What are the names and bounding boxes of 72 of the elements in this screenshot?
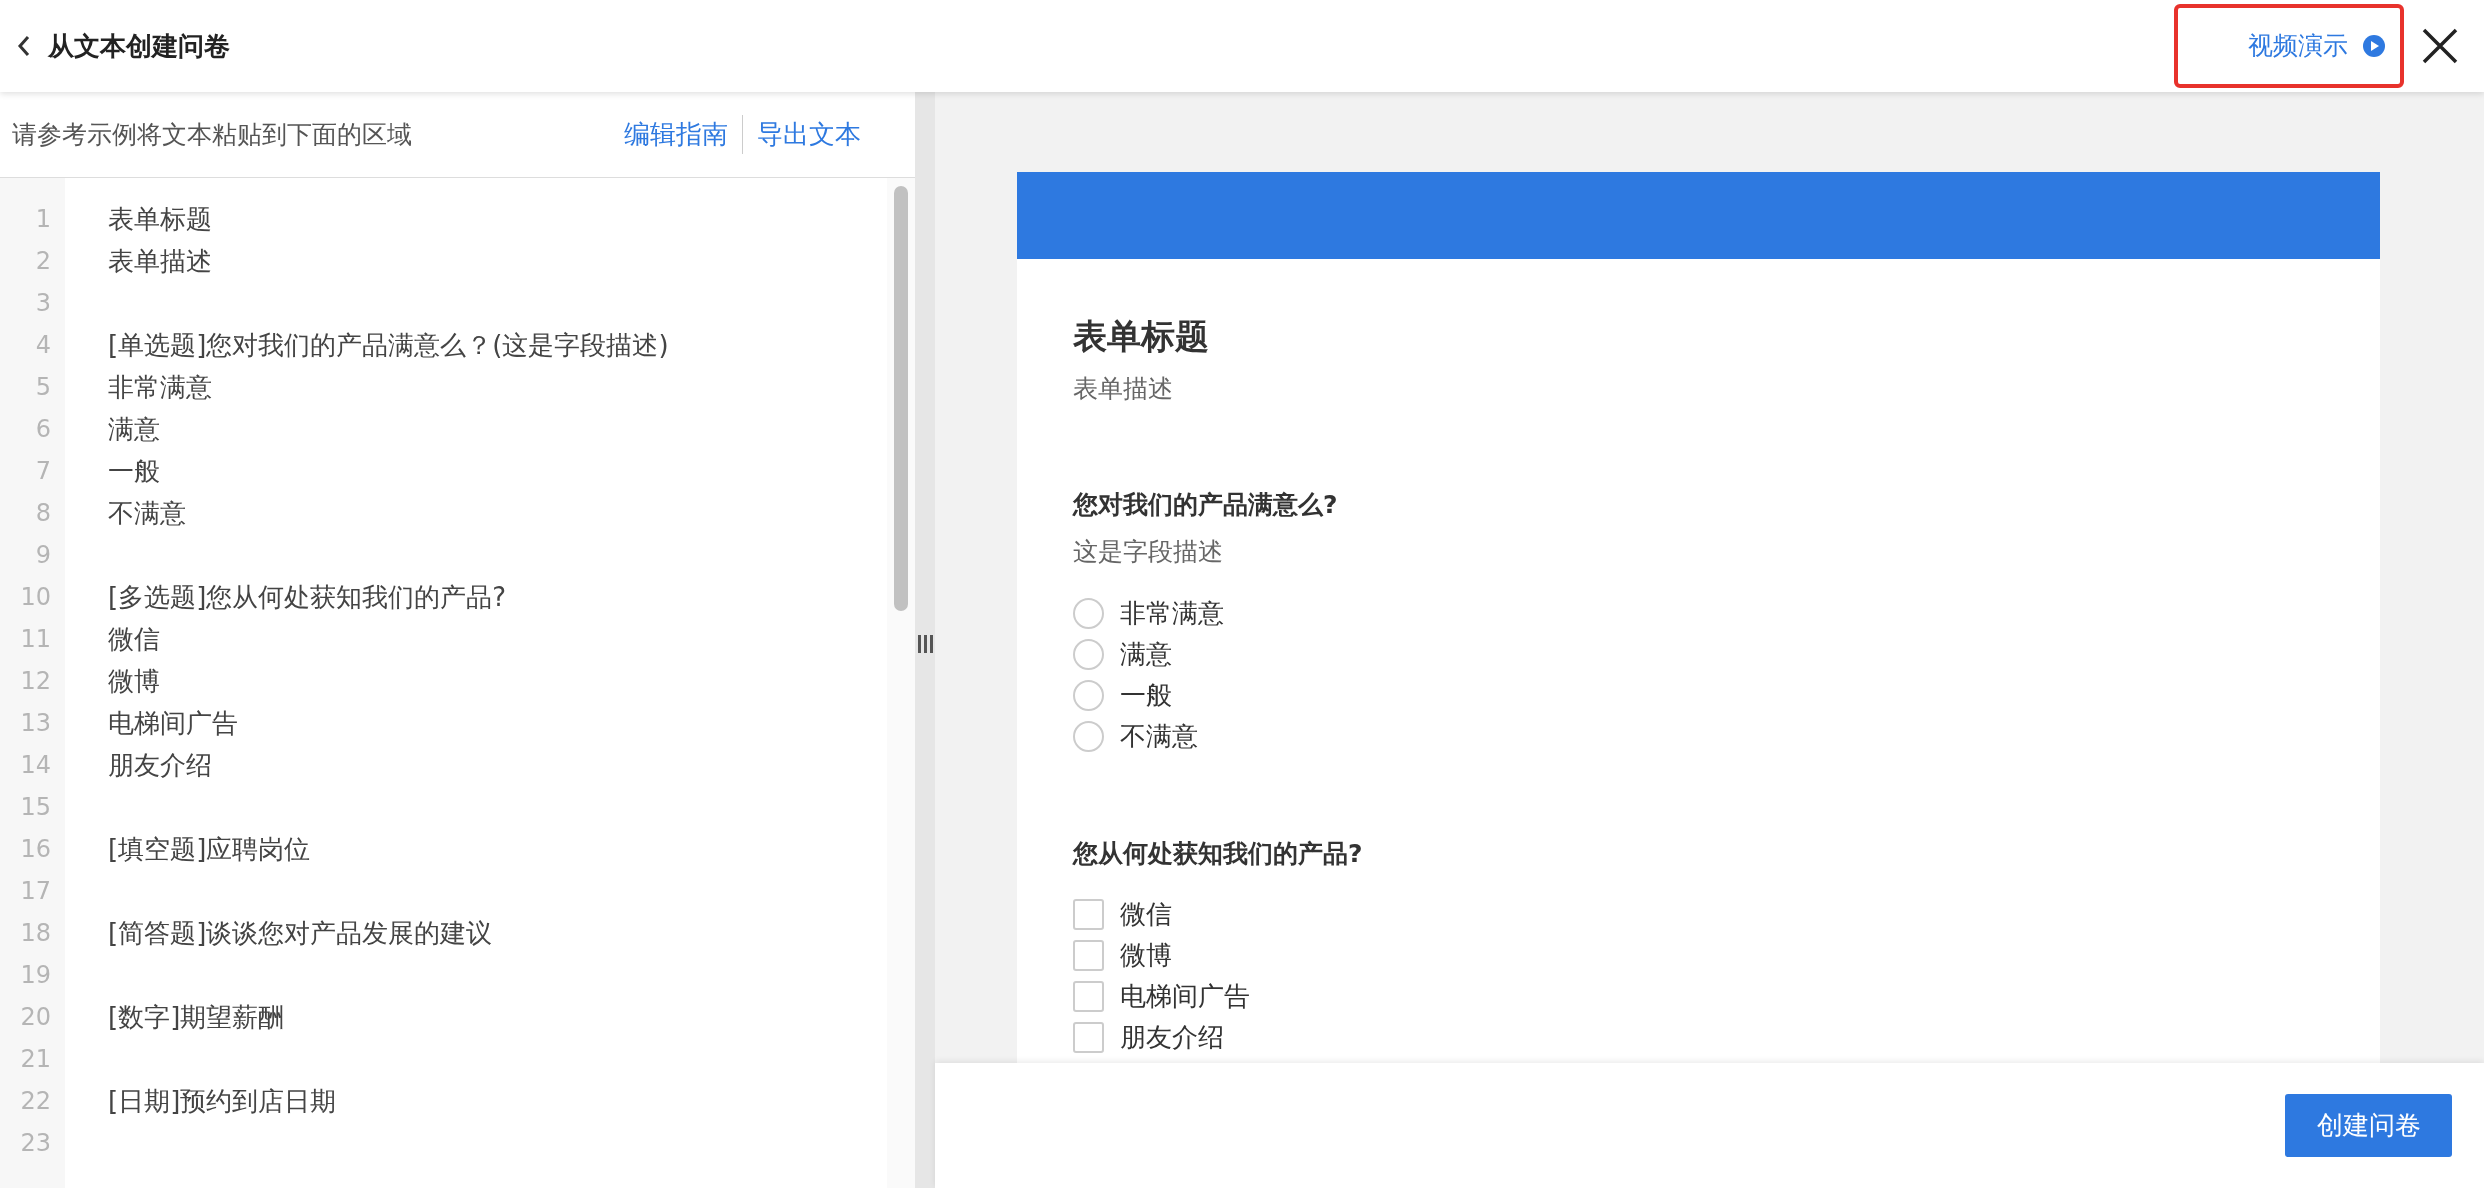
line-number: 19 [20,961,51,989]
code-line: 电梯间广告 [108,708,238,738]
line-number: 17 [20,877,51,905]
line-number: 20 [20,1003,51,1031]
line-number: 3 [35,289,51,317]
line-number: 10 [20,583,51,611]
close-button[interactable] [2420,26,2460,66]
instruction-text: 请参考示例将文本粘贴到下面的区域 [12,118,412,151]
option-label: 电梯间广告 [1120,980,1250,1013]
radio-button[interactable] [1073,638,1104,670]
option-label: 微信 [1120,898,1172,931]
grip-handle-icon[interactable] [917,635,933,653]
code-line: [填空题]应聘岗位 [108,834,311,864]
radio-button[interactable] [1073,679,1104,711]
video-demo-link[interactable]: 视频演示 [2174,4,2404,88]
code-line: 一般 [108,456,160,486]
line-number: 9 [35,541,51,569]
option-label: 一般 [1120,678,1172,712]
form-title: 表单标题 [1073,316,1209,356]
text-link[interactable]: 编辑指南 [610,115,742,154]
option-label: 非常满意 [1120,596,1224,630]
option-label: 不满意 [1120,719,1198,753]
page-title: 从文本创建问卷 [48,29,230,63]
code-line: [简答题]谈谈您对产品发展的建议 [108,918,493,948]
code-line: [日期]预约到店日期 [108,1086,337,1116]
line-number: 8 [35,499,51,527]
line-number: 5 [35,373,51,401]
checkbox[interactable] [1073,899,1104,930]
code-line: [单选题]您对我们的产品满意么？(这是字段描述) [108,330,669,360]
line-number: 12 [20,667,51,695]
line-number: 6 [35,415,51,443]
line-number: 11 [20,625,51,653]
option-label: 满意 [1120,637,1172,671]
create-survey-button[interactable]: 创建问卷 [2285,1094,2452,1157]
checkbox[interactable] [1073,1022,1104,1053]
code-line: 微信 [108,624,160,654]
code-line: 朋友介绍 [108,750,212,780]
option-label: 微博 [1120,939,1172,972]
line-number: 18 [20,919,51,947]
question-title: 您对我们的产品满意么? [1073,489,1338,519]
line-number: 21 [20,1045,51,1073]
question-title: 您从何处获知我们的产品? [1073,838,1363,868]
line-number: 14 [20,751,51,779]
radio-button[interactable] [1073,720,1104,752]
line-number: 7 [35,457,51,485]
code-line: 不满意 [108,498,186,528]
line-number: 4 [35,331,51,359]
line-number: 22 [20,1087,51,1115]
text-link[interactable]: 导出文本 [742,115,875,154]
code-line: [多选题]您从何处获知我们的产品? [108,582,507,612]
play-icon [2362,34,2386,58]
code-line: [数字]期望薪酬 [108,1002,285,1032]
line-number: 13 [20,709,51,737]
code-line: 表单标题 [108,204,212,234]
code-line: 微博 [108,666,160,696]
text-editor[interactable]: 1 2 3 4 5 6 7 8 9 10 11 12 13 14 15 16 17 18 19 20 21 22 23 表单标题 表单描述 [单选题]您对我们的产品满意么？(这是字段描述) 非常满意 满意 一般 不满意 [多选题]您从何处获知我们的产品? 微信 微博 电梯间广告 朋友介绍 [填空题]应聘岗位 [简答题]谈谈您对产品发展的建议 [数字]期望薪酬 [日期]预约到店日期 [0,178,915,1188]
line-number: 23 [20,1129,51,1157]
form-description: 表单描述 [1073,374,1173,403]
code-line: 表单描述 [108,246,212,276]
line-number: 15 [20,793,51,821]
line-number: 16 [20,835,51,863]
checkbox[interactable] [1073,981,1104,1012]
scrollbar-thumb[interactable] [894,186,908,611]
code-line: 非常满意 [108,372,212,402]
question-description: 这是字段描述 [1073,537,1223,566]
code-line: 满意 [108,414,160,444]
option-label: 朋友介绍 [1120,1021,1224,1054]
checkbox[interactable] [1073,940,1104,971]
line-number: 1 [35,205,51,233]
back-icon[interactable] [16,34,32,58]
radio-button[interactable] [1073,597,1104,629]
line-number: 2 [35,247,51,275]
